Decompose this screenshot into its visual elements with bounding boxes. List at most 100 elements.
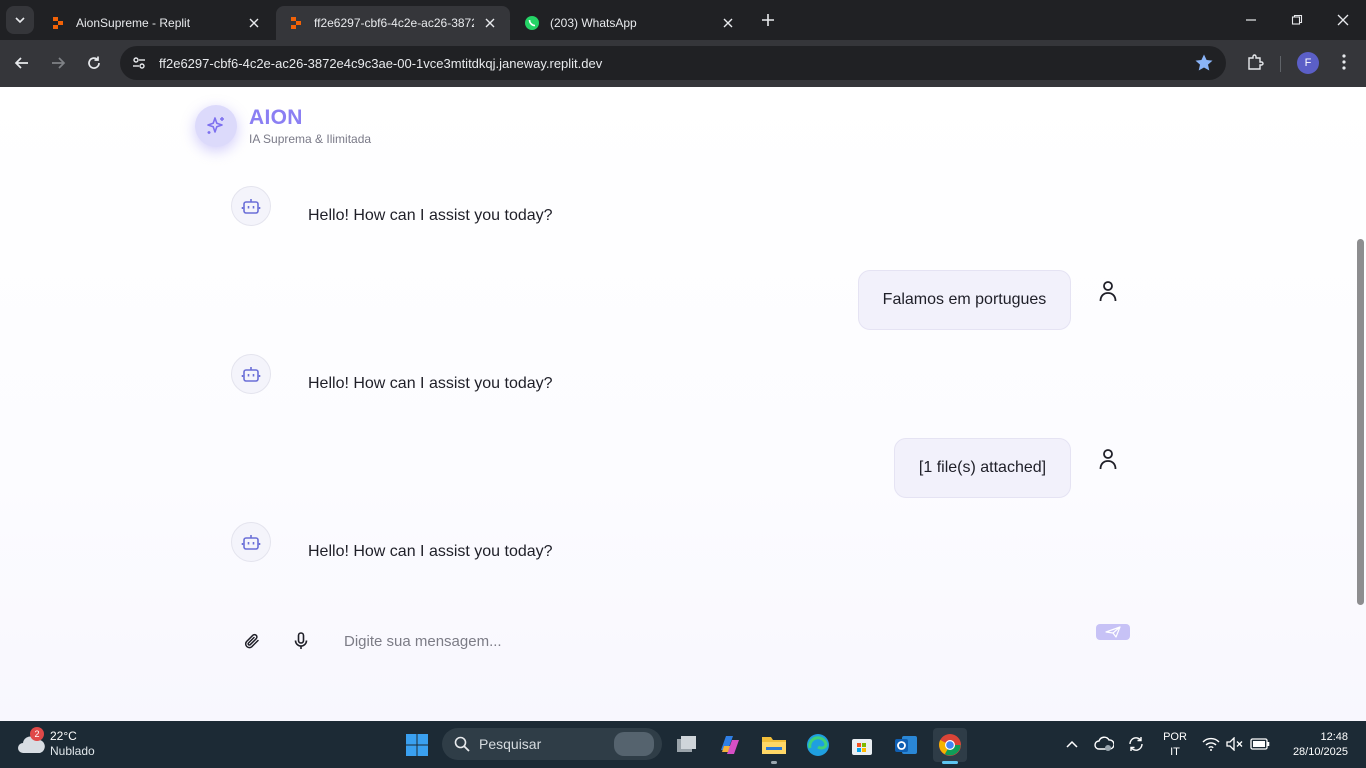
- tab-search-button[interactable]: [6, 6, 34, 34]
- taskbar-store[interactable]: [845, 728, 879, 762]
- arrow-left-icon: [14, 57, 28, 69]
- arrow-right-icon: [52, 57, 66, 69]
- windows-taskbar: 2 22°C Nublado Pesquisar POR IT 12:48 28…: [0, 721, 1366, 768]
- voice-input-button[interactable]: [287, 627, 315, 655]
- page-scrollbar[interactable]: [1354, 87, 1366, 721]
- chevron-down-icon: [15, 17, 25, 24]
- outlook-icon: [895, 736, 917, 754]
- battery-icon: [1250, 738, 1270, 750]
- input-language-indicator[interactable]: POR IT: [1162, 730, 1188, 760]
- tray-sync[interactable]: [1125, 733, 1147, 755]
- m365-icon: [721, 736, 739, 754]
- whatsapp-icon: [524, 15, 540, 31]
- tray-volume-muted[interactable]: [1224, 733, 1246, 755]
- taskbar-file-explorer[interactable]: [757, 728, 791, 762]
- scrollbar-thumb[interactable]: [1357, 239, 1364, 605]
- tab-replit-dev-preview[interactable]: ff2e6297-cbf6-4c2e-ac26-3872e4c9c3ae-00-…: [276, 6, 510, 40]
- task-view-icon: [677, 736, 696, 752]
- taskbar-chrome[interactable]: [933, 728, 967, 762]
- sync-icon: [1129, 737, 1143, 751]
- app-tagline: IA Suprema & Ilimitada: [249, 132, 372, 146]
- search-icon: [454, 736, 470, 752]
- app-title: AION: [249, 106, 303, 129]
- bot-icon: [241, 535, 261, 550]
- send-icon: [1105, 626, 1121, 638]
- close-window-button[interactable]: [1320, 0, 1366, 40]
- bot-icon: [241, 367, 261, 382]
- user-avatar: [1096, 447, 1120, 471]
- replit-icon: [288, 15, 304, 31]
- taskbar-m365[interactable]: [713, 728, 747, 762]
- taskbar-search[interactable]: Pesquisar: [442, 728, 662, 760]
- browser-toolbar: ff2e6297-cbf6-4c2e-ac26-3872e4c9c3ae-00-…: [0, 40, 1366, 87]
- microphone-icon: [294, 632, 308, 649]
- weather-widget[interactable]: 2 22°C Nublado: [16, 727, 116, 763]
- browser-tab-strip: AionSupreme - Replit ff2e6297-cbf6-4c2e-…: [0, 0, 1366, 40]
- taskbar-clock[interactable]: 12:48 28/10/2025: [1282, 730, 1348, 760]
- windows-icon: [406, 734, 428, 756]
- wifi-icon: [1202, 737, 1220, 751]
- minimize-button[interactable]: [1228, 0, 1274, 40]
- more-vertical-icon: [1342, 54, 1346, 70]
- bot-avatar: [231, 186, 271, 226]
- show-hidden-icons-button[interactable]: [1061, 733, 1083, 755]
- send-button[interactable]: [1096, 624, 1130, 640]
- site-settings-icon[interactable]: [124, 48, 154, 78]
- tab-title: AionSupreme - Replit: [76, 16, 191, 30]
- restore-button[interactable]: [1274, 0, 1320, 40]
- minimize-icon: [1246, 19, 1256, 21]
- replit-icon: [50, 15, 66, 31]
- plus-icon: [762, 14, 774, 26]
- tab-aionsupreme-replit[interactable]: AionSupreme - Replit: [38, 6, 274, 40]
- assistant-message: Hello! How can I assist you today?: [308, 207, 553, 224]
- tray-battery[interactable]: [1249, 733, 1271, 755]
- tray-onedrive[interactable]: [1093, 733, 1115, 755]
- chat-page: AION IA Suprema & Ilimitada Hello! How c…: [0, 87, 1366, 721]
- bookmark-star-icon[interactable]: [1194, 53, 1214, 73]
- task-view-button[interactable]: [669, 728, 703, 762]
- tab-whatsapp[interactable]: (203) WhatsApp: [512, 6, 748, 40]
- user-avatar: [1096, 279, 1120, 303]
- running-indicator: [771, 761, 777, 764]
- sparkles-icon: [207, 117, 224, 134]
- start-button[interactable]: [400, 728, 434, 762]
- profile-avatar[interactable]: F: [1297, 52, 1319, 74]
- search-highlight-image: [614, 732, 654, 756]
- user-message: [1 file(s) attached]: [894, 438, 1071, 498]
- close-icon[interactable]: [482, 15, 498, 31]
- reload-button[interactable]: [79, 48, 109, 78]
- close-icon: [1337, 14, 1349, 26]
- address-bar[interactable]: ff2e6297-cbf6-4c2e-ac26-3872e4c9c3ae-00-…: [120, 46, 1226, 80]
- message-input[interactable]: [334, 623, 1084, 659]
- bot-avatar: [231, 354, 271, 394]
- volume-muted-icon: [1226, 737, 1243, 751]
- attach-button[interactable]: [238, 627, 266, 655]
- taskbar-outlook[interactable]: [889, 728, 923, 762]
- paperclip-icon: [244, 633, 259, 649]
- notification-badge: 2: [30, 727, 44, 741]
- tab-title: (203) WhatsApp: [550, 16, 637, 30]
- assistant-message: Hello! How can I assist you today?: [308, 543, 553, 560]
- extensions-button[interactable]: [1243, 50, 1267, 74]
- folder-icon: [762, 737, 786, 754]
- taskbar-edge[interactable]: [801, 728, 835, 762]
- clock-time: 12:48: [1320, 731, 1348, 743]
- edge-icon: [807, 734, 829, 756]
- app-logo: [195, 105, 237, 147]
- chrome-icon: [939, 734, 961, 756]
- forward-button[interactable]: [43, 48, 73, 78]
- url-text: ff2e6297-cbf6-4c2e-ac26-3872e4c9c3ae-00-…: [159, 55, 603, 71]
- reload-icon: [88, 56, 100, 69]
- assistant-message: Hello! How can I assist you today?: [308, 375, 553, 392]
- back-button[interactable]: [7, 48, 37, 78]
- clock-date: 28/10/2025: [1292, 746, 1348, 758]
- bot-icon: [241, 199, 261, 214]
- keyboard-layout: IT: [1170, 746, 1180, 758]
- close-icon[interactable]: [720, 15, 736, 31]
- toolbar-divider: [1280, 56, 1281, 72]
- new-tab-button[interactable]: [756, 8, 780, 32]
- tray-wifi[interactable]: [1200, 733, 1222, 755]
- store-icon: [852, 739, 872, 755]
- close-icon[interactable]: [246, 15, 262, 31]
- browser-menu-button[interactable]: [1332, 50, 1356, 74]
